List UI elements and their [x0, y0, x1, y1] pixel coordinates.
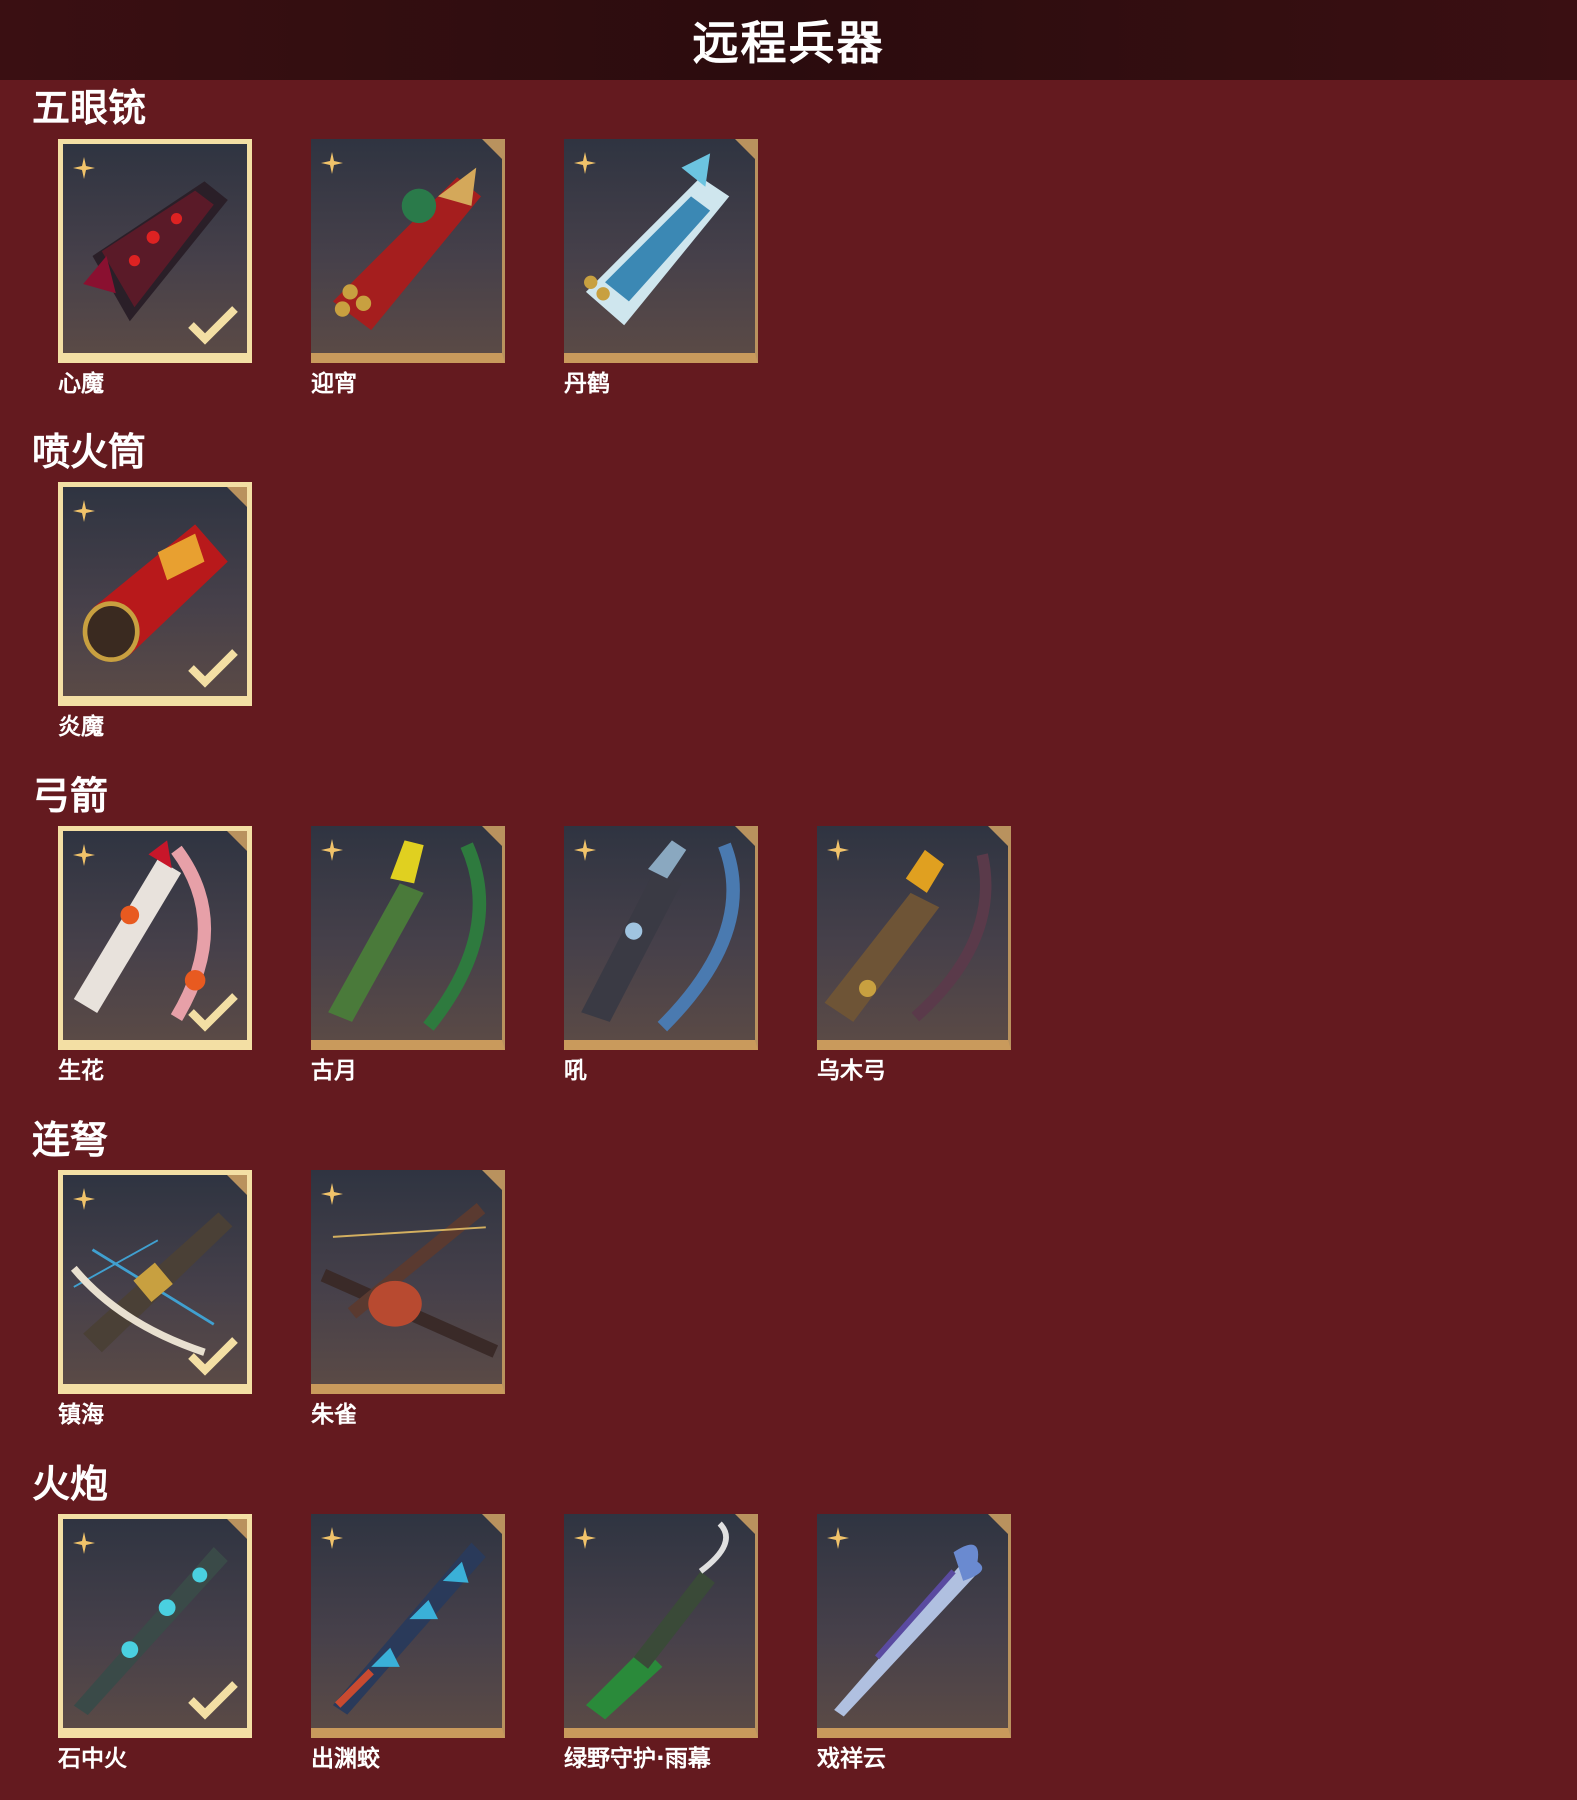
- star-icon: [321, 1527, 343, 1549]
- weapon-card[interactable]: [58, 482, 252, 706]
- weapon-name: 出渊蛟: [311, 1746, 380, 1772]
- title-bar: 远程兵器: [0, 0, 1577, 80]
- corner-icon: [227, 487, 247, 507]
- weapon-item-lvyeshouhu-yumu[interactable]: 绿野守护·雨幕: [564, 1514, 758, 1774]
- weapon-item-zhenhai[interactable]: 镇海: [58, 1170, 252, 1430]
- star-icon: [73, 157, 95, 179]
- star-icon: [73, 844, 95, 866]
- section-heading: 弓箭: [32, 774, 109, 818]
- section-heading: 火炮: [32, 1462, 109, 1506]
- star-icon: [827, 1527, 849, 1549]
- weapon-card[interactable]: [58, 139, 252, 363]
- weapon-card[interactable]: [58, 1514, 252, 1738]
- weapon-item-hou[interactable]: 吼: [564, 826, 758, 1086]
- weapon-name: 心魔: [58, 371, 104, 397]
- weapon-card[interactable]: [311, 826, 505, 1050]
- star-icon: [321, 1183, 343, 1205]
- star-icon: [73, 500, 95, 522]
- weapon-item-chuyuanjiao[interactable]: 出渊蛟: [311, 1514, 505, 1774]
- corner-icon: [482, 139, 502, 159]
- weapon-name: 绿野守护·雨幕: [564, 1746, 711, 1772]
- star-icon: [321, 839, 343, 861]
- corner-icon: [482, 826, 502, 846]
- weapon-item-xinmo[interactable]: 心魔: [58, 139, 252, 399]
- weapon-card[interactable]: [817, 826, 1011, 1050]
- star-icon: [73, 1188, 95, 1210]
- section-heading: 喷火筒: [32, 430, 147, 474]
- weapon-name: 石中火: [58, 1746, 127, 1772]
- checkmark-icon: [188, 306, 238, 345]
- weapon-name: 吼: [564, 1058, 587, 1084]
- corner-icon: [735, 1514, 755, 1534]
- star-icon: [574, 839, 596, 861]
- weapon-item-yingxiao[interactable]: 迎宵: [311, 139, 505, 399]
- weapon-item-shenghua[interactable]: 生花: [58, 826, 252, 1086]
- weapon-item-guyue[interactable]: 古月: [311, 826, 505, 1086]
- checkmark-icon: [188, 1337, 238, 1376]
- weapon-item-shizhonghuo[interactable]: 石中火: [58, 1514, 252, 1774]
- star-icon: [827, 839, 849, 861]
- weapon-item-xixiangyun[interactable]: 戏祥云: [817, 1514, 1011, 1774]
- weapon-card[interactable]: [564, 826, 758, 1050]
- star-icon: [574, 152, 596, 174]
- corner-icon: [227, 1519, 247, 1539]
- weapon-name: 丹鹤: [564, 371, 610, 397]
- weapon-card[interactable]: [58, 826, 252, 1050]
- weapon-card[interactable]: [58, 1170, 252, 1394]
- weapon-name: 朱雀: [311, 1402, 357, 1428]
- weapon-card[interactable]: [817, 1514, 1011, 1738]
- weapon-card[interactable]: [311, 1514, 505, 1738]
- corner-icon: [227, 831, 247, 851]
- weapon-name: 镇海: [58, 1402, 104, 1428]
- star-icon: [321, 152, 343, 174]
- page-title: 远程兵器: [692, 16, 885, 70]
- weapon-name: 乌木弓: [817, 1058, 886, 1084]
- corner-icon: [482, 1170, 502, 1190]
- weapon-item-zhuque[interactable]: 朱雀: [311, 1170, 505, 1430]
- weapon-card[interactable]: [564, 139, 758, 363]
- checkmark-icon: [188, 649, 238, 688]
- section-heading: 连弩: [32, 1118, 109, 1162]
- corner-icon: [735, 826, 755, 846]
- checkmark-icon: [188, 1681, 238, 1720]
- weapon-name: 生花: [58, 1058, 104, 1084]
- checkmark-icon: [188, 993, 238, 1032]
- corner-icon: [988, 826, 1008, 846]
- star-icon: [574, 1527, 596, 1549]
- weapon-card[interactable]: [564, 1514, 758, 1738]
- weapon-item-wumugong[interactable]: 乌木弓: [817, 826, 1011, 1086]
- weapon-item-danhe[interactable]: 丹鹤: [564, 139, 758, 399]
- corner-icon: [735, 139, 755, 159]
- weapon-name: 戏祥云: [817, 1746, 886, 1772]
- corner-icon: [988, 1514, 1008, 1534]
- weapon-item-yanmo[interactable]: 炎魔: [58, 482, 252, 742]
- weapon-name: 炎魔: [58, 714, 104, 740]
- star-icon: [73, 1532, 95, 1554]
- weapon-card[interactable]: [311, 139, 505, 363]
- weapon-name: 古月: [311, 1058, 357, 1084]
- weapon-name: 迎宵: [311, 371, 357, 397]
- corner-icon: [482, 1514, 502, 1534]
- section-heading: 五眼铳: [32, 86, 147, 130]
- corner-icon: [227, 1175, 247, 1195]
- weapon-card[interactable]: [311, 1170, 505, 1394]
